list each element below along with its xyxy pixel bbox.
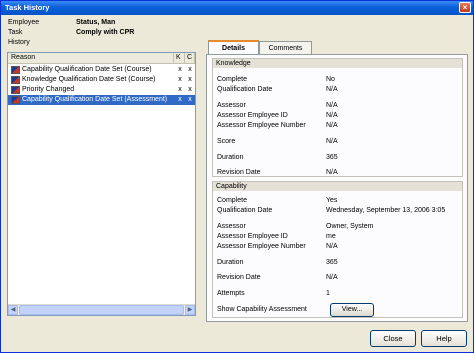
field-label: Attempts [217, 290, 245, 297]
field-value: 1 [326, 290, 330, 297]
field-value: N/A [326, 169, 338, 176]
field-row: Assessor N/A [217, 101, 462, 110]
field-label: Qualification Date [217, 207, 273, 214]
title-bar[interactable]: Task History × [1, 1, 473, 15]
help-button[interactable]: Help [421, 330, 467, 347]
window-title: Task History [5, 3, 50, 12]
show-assessment-label: Show Capability Assessment [217, 306, 307, 313]
field-row: Assessor Owner, System [217, 222, 462, 231]
tab-details[interactable]: Details [208, 40, 259, 55]
field-label: Assessor Employee ID [217, 112, 288, 119]
field-label: Qualification Date [217, 86, 273, 93]
employee-label: Employee [8, 19, 40, 26]
history-entry-icon [11, 66, 20, 74]
field-value: Yes [326, 197, 338, 204]
capability-header: Capability [213, 182, 462, 191]
field-value: N/A [326, 102, 338, 109]
field-row: Assessor Employee ID me [217, 232, 462, 241]
field-row: Assessor Employee ID N/A [217, 111, 462, 120]
field-label: Complete [217, 76, 247, 83]
k-cell: x [178, 96, 182, 103]
reason-cell: Capability Qualification Date Set (Asses… [22, 96, 168, 103]
k-cell: x [178, 66, 182, 73]
c-cell: x [188, 66, 192, 73]
task-label: Task [8, 29, 23, 36]
field-row: Score N/A [217, 137, 462, 146]
field-row: Revision Date N/A [217, 273, 462, 282]
field-value: N/A [326, 274, 338, 281]
field-label: Assessor [217, 223, 246, 230]
table-row[interactable]: Priority Changed x x [8, 85, 195, 95]
field-label: Assessor [217, 102, 246, 109]
k-cell: x [178, 86, 182, 93]
employee-value: Status, Man [76, 19, 116, 26]
field-value: No [326, 76, 335, 83]
history-entry-icon [11, 76, 20, 84]
field-label: Score [217, 138, 236, 145]
capability-group: Capability Complete Yes Qualification Dat… [212, 181, 463, 318]
field-label: Assessor Employee Number [217, 243, 306, 250]
field-label: Assessor Employee Number [217, 122, 306, 129]
table-row[interactable]: Knowledge Qualification Date Set (Course… [8, 75, 195, 85]
c-cell: x [188, 96, 192, 103]
field-value: Owner, System [326, 223, 374, 230]
c-cell: x [188, 86, 192, 93]
field-row: Assessor Employee Number N/A [217, 242, 462, 251]
history-grid[interactable]: Reason K C Capability Qualification Date… [7, 52, 196, 316]
table-row-selected[interactable]: Capability Qualification Date Set (Asses… [8, 95, 195, 105]
history-entry-icon [11, 86, 20, 94]
field-row: Duration 365 [217, 258, 462, 267]
history-label: History [8, 39, 30, 46]
field-label: Assessor Employee ID [217, 233, 288, 240]
tab-comments[interactable]: Comments [259, 41, 312, 55]
reason-cell: Capability Qualification Date Set (Cours… [22, 66, 152, 73]
field-value: 365 [326, 154, 338, 161]
field-label: Duration [217, 154, 244, 161]
field-row: Revision Date N/A [217, 168, 462, 177]
history-entry-icon [11, 96, 20, 104]
field-label: Revision Date [217, 274, 261, 281]
field-value: N/A [326, 86, 338, 93]
field-label: Duration [217, 259, 244, 266]
field-value: Wednesday, September 13, 2006 3:05 [326, 207, 446, 214]
field-value: me [326, 233, 336, 240]
column-header-reason[interactable]: Reason [8, 53, 174, 63]
scroll-right-icon[interactable]: ▶ [185, 305, 195, 315]
field-row: Qualification Date N/A [217, 85, 462, 94]
field-value: N/A [326, 112, 338, 119]
knowledge-group: Knowledge Complete No Qualification Date N… [212, 58, 463, 177]
field-row: Assessor Employee Number N/A [217, 121, 462, 130]
field-label: Complete [217, 197, 247, 204]
field-value: N/A [326, 122, 338, 129]
field-value: N/A [326, 243, 338, 250]
column-header-c[interactable]: C [185, 53, 195, 63]
field-label: Revision Date [217, 169, 261, 176]
scroll-thumb[interactable] [19, 305, 184, 315]
details-panel: Knowledge Complete No Qualification Date N… [206, 54, 468, 322]
field-value: 365 [326, 259, 338, 266]
show-assessment-row: Show Capability Assessment View... [217, 303, 462, 317]
close-icon[interactable]: × [459, 2, 471, 13]
k-cell: x [178, 76, 182, 83]
field-value: N/A [326, 138, 338, 145]
knowledge-header: Knowledge [213, 59, 462, 68]
reason-cell: Priority Changed [22, 86, 75, 93]
scroll-left-icon[interactable]: ◀ [8, 305, 18, 315]
field-row: Complete No [217, 75, 462, 84]
horizontal-scrollbar[interactable]: ◀ ▶ [8, 304, 195, 315]
field-row: Qualification Date Wednesday, September 1… [217, 206, 462, 215]
c-cell: x [188, 76, 192, 83]
field-row: Attempts 1 [217, 289, 462, 298]
field-row: Duration 365 [217, 153, 462, 162]
close-button[interactable]: Close [370, 330, 416, 347]
view-assessment-button[interactable]: View... [330, 303, 374, 317]
reason-cell: Knowledge Qualification Date Set (Course… [22, 76, 156, 83]
task-history-window: Task History × Employee Status, Man Task… [0, 0, 474, 353]
column-header-k[interactable]: K [174, 53, 185, 63]
table-row[interactable]: Capability Qualification Date Set (Cours… [8, 65, 195, 75]
task-value: Comply with CPR [76, 29, 135, 36]
field-row: Complete Yes [217, 196, 462, 205]
grid-header: Reason K C [8, 53, 195, 64]
